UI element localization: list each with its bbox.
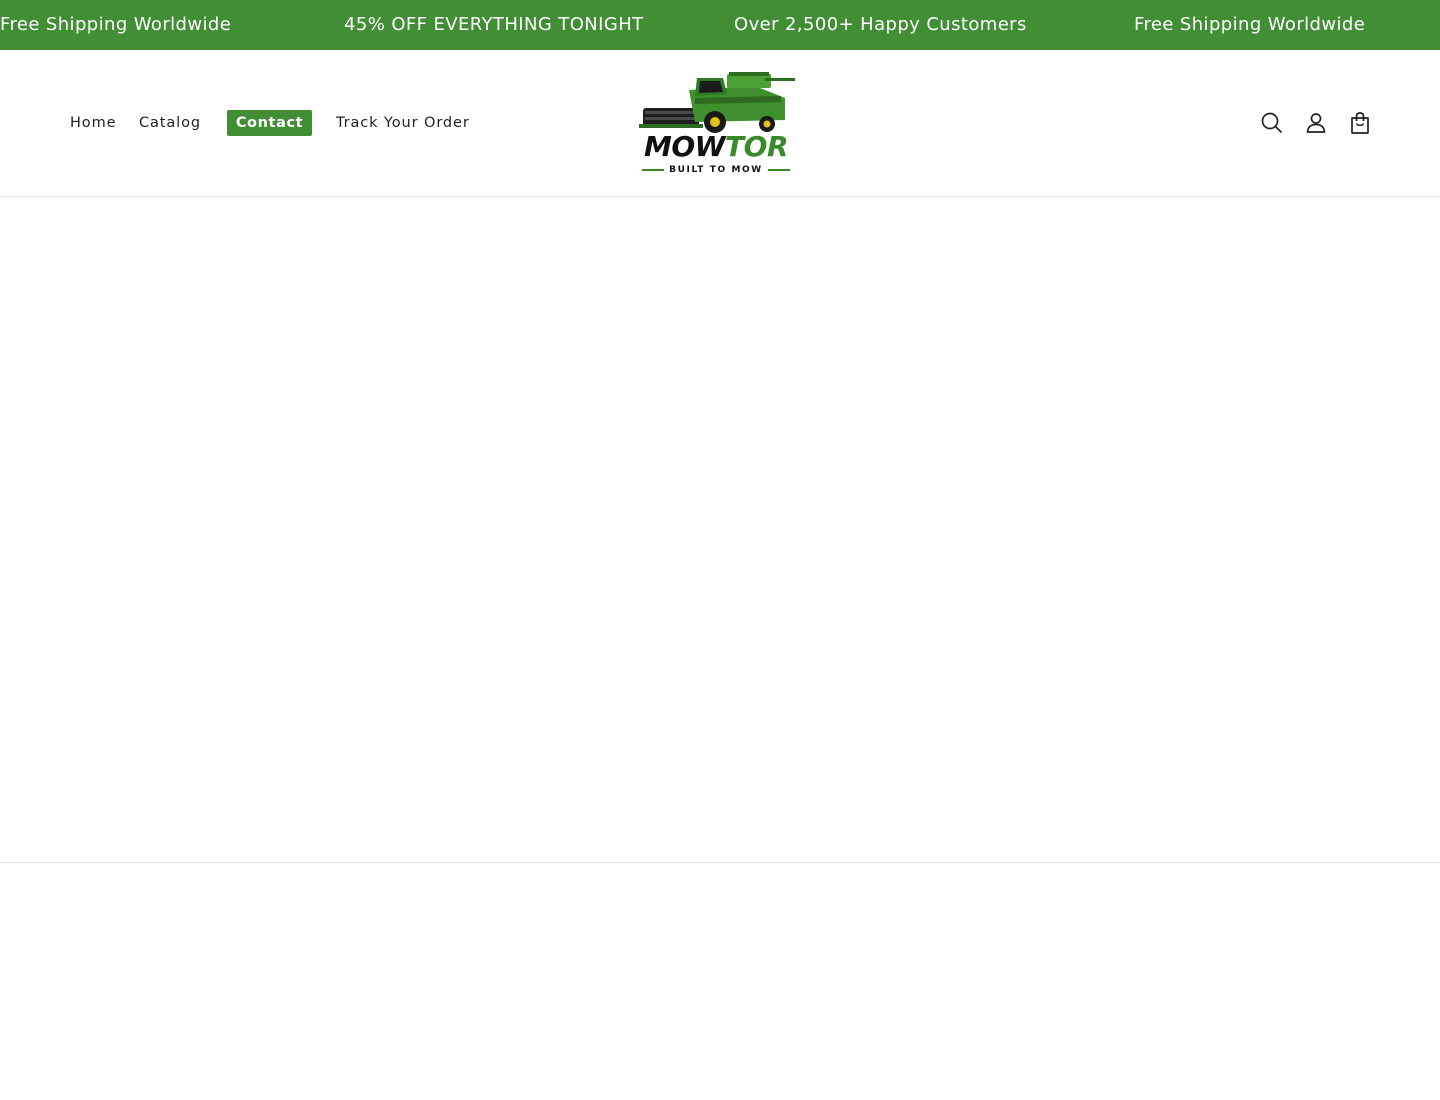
announcement-item: Over 2,500+ Happy Customers <box>734 14 1027 35</box>
footer <box>0 863 1440 1100</box>
store-logo[interactable]: MOWTOR BUILT TO MOW <box>635 68 797 178</box>
logo-wordmark: MOWTOR <box>643 130 789 163</box>
search-icon[interactable] <box>1259 110 1285 136</box>
nav-catalog-link[interactable]: Catalog <box>139 110 201 136</box>
nav-home-link[interactable]: Home <box>70 110 116 136</box>
combine-harvester-icon <box>639 72 795 133</box>
announcement-item: Free Shipping Worldwide <box>1134 14 1366 35</box>
announcement-item: Free Shipping Worldwide <box>0 14 232 35</box>
main-content <box>0 197 1440 862</box>
announcement-item: 45% OFF EVERYTHING TONIGHT <box>344 14 644 35</box>
account-icon[interactable] <box>1303 110 1329 136</box>
nav-track-order-link[interactable]: Track Your Order <box>336 110 470 136</box>
nav-contact-link[interactable]: Contact <box>227 110 312 136</box>
site-header: Home Catalog Contact Track Your Order MO… <box>0 50 1440 197</box>
announcement-bar: Free Shipping Worldwide 45% OFF EVERYTHI… <box>0 0 1440 50</box>
logo-tagline: BUILT TO MOW <box>635 164 797 176</box>
cart-icon[interactable] <box>1347 110 1373 136</box>
